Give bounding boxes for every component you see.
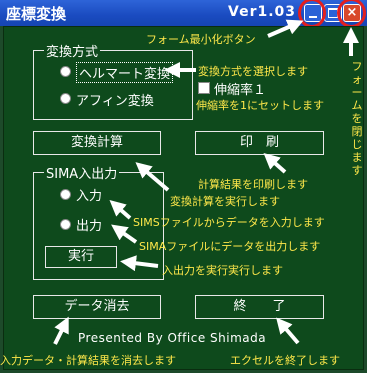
arrow-to-exit: [276, 317, 300, 345]
arrow-to-minimize: [267, 19, 304, 38]
annotation-arrows: [53, 19, 359, 345]
arrow-to-clear: [53, 316, 69, 345]
arrow-to-compute: [135, 162, 170, 192]
arrow-to-sima-input: [109, 200, 132, 220]
arrow-to-execute: [120, 255, 159, 272]
arrow-to-sima-output: [111, 224, 138, 244]
arrow-to-print: [263, 153, 287, 174]
